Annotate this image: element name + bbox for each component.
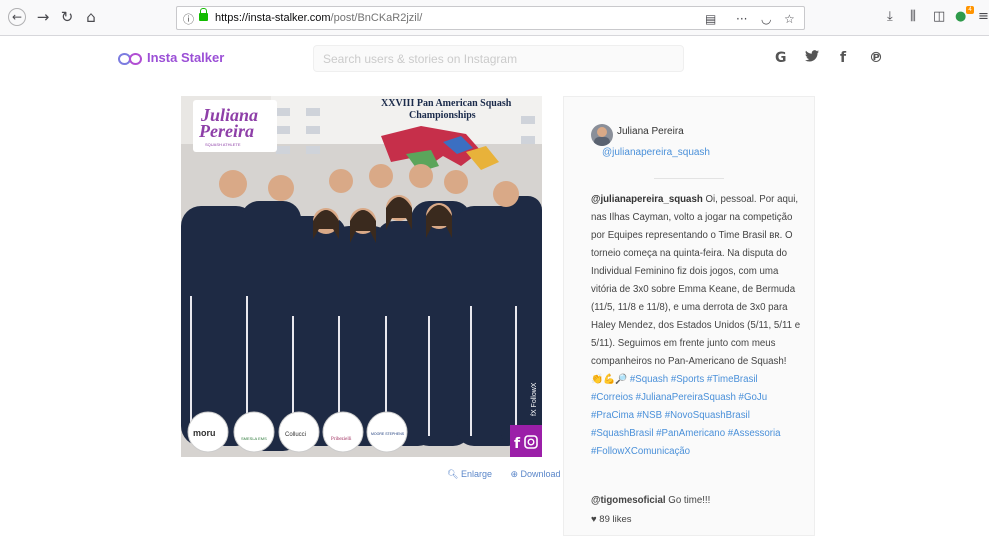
caption-text: Oi, pessoal. Por aqui, nas Ilhas Cayman,… — [591, 194, 801, 385]
svg-text:Collucci: Collucci — [285, 432, 306, 438]
caption-user[interactable]: @julianapereira_squash — [591, 194, 703, 205]
post-caption: @julianapereira_squash Oi, pessoal. Por … — [591, 191, 801, 461]
home-button[interactable]: ⌂ — [82, 8, 100, 26]
address-bar[interactable]: ⓘ https://insta-stalker.com/post/BnCKaR2… — [176, 6, 805, 30]
download-link[interactable]: ⊕ Download — [510, 469, 568, 479]
glasses-logo-icon — [118, 53, 142, 65]
search-input[interactable] — [313, 45, 684, 72]
enlarge-link[interactable]: 🔍︎ Enlarge — [447, 469, 500, 479]
avatar[interactable] — [591, 124, 613, 146]
svg-text:SMESLA EMS: SMESLA EMS — [241, 436, 267, 441]
caption-hashtags[interactable]: #Squash #Sports #TimeBrasil #Correios #J… — [591, 374, 781, 457]
downloads-icon[interactable]: ⤓ — [887, 9, 893, 24]
url-text: https://insta-stalker.com/post/BnCKaR2jz… — [215, 12, 423, 24]
svg-text:MOORE STEPHENS: MOORE STEPHENS — [371, 432, 405, 436]
heart-icon: ♥ — [591, 514, 597, 525]
svg-text:f: f — [514, 436, 521, 452]
bookmark-star-icon[interactable]: ☆ — [784, 12, 795, 26]
svg-text:fX FollowX: fX FollowX — [531, 382, 538, 416]
back-button[interactable]: ← — [8, 8, 26, 26]
post-username[interactable]: Juliana Pereira — [617, 126, 684, 137]
banner-line-2: Championships — [409, 110, 476, 121]
extension-badge: 4 — [966, 6, 974, 14]
facebook-icon[interactable]: f — [840, 50, 846, 66]
info-icon[interactable]: ⓘ — [183, 11, 194, 27]
google-icon[interactable]: G — [775, 50, 787, 66]
comment-text: Go time!!! — [668, 495, 711, 506]
comment: @tigomesoficial Go time!!! — [591, 495, 710, 506]
svg-text:moru: moru — [193, 428, 216, 438]
comment-user[interactable]: @tigomesoficial — [591, 495, 666, 506]
menu-icon[interactable]: ≡ — [978, 9, 989, 24]
pinterest-icon[interactable]: ℗ — [869, 50, 883, 66]
extension-icon[interactable]: ● — [955, 9, 966, 24]
post-handle[interactable]: @julianapereira_squash — [602, 147, 710, 158]
svg-text:Pereira: Pereira — [198, 121, 254, 141]
reload-button[interactable]: ↻ — [58, 8, 76, 26]
forward-button[interactable]: → — [34, 8, 52, 26]
post-photo[interactable]: XXVIII Pan American Squash Championships… — [181, 96, 542, 457]
library-icon[interactable]: ⫼ — [910, 9, 916, 24]
browser-toolbar: ← → ↻ ⌂ ⓘ https://insta-stalker.com/post… — [0, 0, 989, 36]
lock-icon — [199, 8, 208, 21]
svg-text:Pribezielli: Pribezielli — [331, 437, 352, 442]
divider — [654, 178, 724, 179]
likes-count: ♥ 89 likes — [591, 514, 632, 525]
sidebar-icon[interactable]: ◫ — [933, 9, 945, 24]
svg-text:SQUASH ATHLETE: SQUASH ATHLETE — [205, 142, 241, 147]
twitter-icon[interactable] — [805, 50, 819, 66]
page-actions-icon[interactable]: ··· — [736, 12, 747, 26]
pocket-icon[interactable]: ◡ — [761, 12, 771, 26]
post-details: Juliana Pereira @julianapereira_squash @… — [563, 96, 815, 536]
brand-name: Insta Stalker — [147, 50, 225, 65]
photo-actions: 🔍︎ Enlarge ⊕ Download — [447, 469, 577, 480]
reader-view-icon[interactable]: ▤ — [705, 12, 716, 26]
banner-line-1: XXVIII Pan American Squash — [381, 98, 512, 109]
